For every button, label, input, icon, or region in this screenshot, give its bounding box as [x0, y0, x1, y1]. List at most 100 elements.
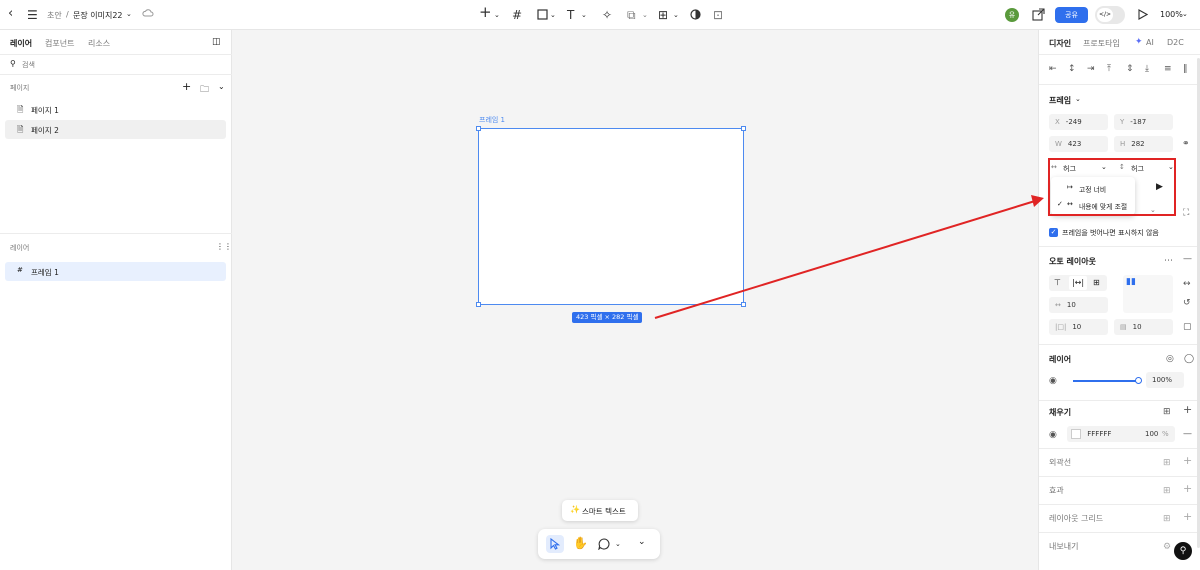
file-name[interactable]: 문장 이미지22 — [73, 10, 123, 21]
component-tool-icon[interactable]: ✧ — [602, 8, 612, 22]
remove-fill-icon[interactable]: — — [1183, 429, 1192, 439]
resize-handle[interactable] — [741, 302, 746, 307]
opacity-field[interactable]: 100% — [1146, 372, 1184, 388]
align-bottom-icon[interactable]: ⤓ — [1145, 64, 1149, 74]
add-page-icon[interactable]: + — [182, 80, 191, 93]
export-section-title[interactable]: 내보내기 — [1049, 541, 1078, 552]
resize-handle[interactable] — [476, 302, 481, 307]
y-field[interactable]: Y -187 — [1114, 114, 1173, 130]
style-grid-icon[interactable]: ⊞ — [1163, 407, 1171, 417]
eye-icon[interactable]: ◉ — [1049, 430, 1057, 440]
frame-tool-icon[interactable]: # — [512, 8, 522, 22]
fill-color-field[interactable]: FFFFFF 100 % — [1067, 426, 1175, 442]
folder-icon[interactable]: 🗀 — [200, 82, 209, 98]
selected-frame[interactable] — [476, 126, 746, 307]
page-item-selected[interactable]: 🗎 페이지 2 — [5, 120, 226, 139]
distribute-h-icon[interactable]: ≡ — [1164, 64, 1172, 74]
stroke-section-title[interactable]: 외곽선 — [1049, 457, 1071, 468]
share-export-icon[interactable] — [1032, 8, 1045, 23]
boolean-tool-icon[interactable]: ⧉ — [627, 8, 636, 22]
tab-resources[interactable]: 리소스 — [88, 38, 110, 49]
more-tools-icon[interactable]: ⌄ — [638, 537, 646, 547]
add-fill-icon[interactable]: + — [1183, 404, 1192, 415]
chevron-down-icon[interactable]: ⌄ — [1075, 95, 1081, 103]
style-grid-icon[interactable]: ⊞ — [1163, 514, 1171, 524]
style-grid-icon[interactable]: ⊞ — [1163, 458, 1171, 468]
comment-tool-icon[interactable] — [598, 538, 610, 552]
tab-layers[interactable]: 레이어 — [10, 38, 32, 49]
move-tool-button[interactable] — [546, 535, 564, 553]
align-top-icon[interactable]: ⤒ — [1107, 64, 1111, 74]
chevron-down-icon[interactable]: ⌄ — [1182, 10, 1188, 18]
more-icon[interactable]: ⋯ — [1164, 256, 1173, 266]
chevron-down-icon[interactable]: ⌄ — [550, 11, 556, 19]
color-swatch[interactable] — [1071, 429, 1081, 439]
add-icon[interactable]: + — [479, 5, 492, 20]
x-field[interactable]: X -249 — [1049, 114, 1108, 130]
width-field[interactable]: W 423 — [1049, 136, 1108, 152]
distribute-v-icon[interactable]: ‖ — [1183, 64, 1188, 74]
add-stroke-icon[interactable]: + — [1183, 455, 1192, 466]
crop-icon[interactable]: ⊡ — [713, 8, 723, 22]
search-fab[interactable]: ⚲ — [1174, 542, 1192, 560]
align-left-icon[interactable]: ⇤ — [1049, 64, 1057, 74]
add-layout-grid-icon[interactable]: + — [1183, 511, 1192, 522]
clip-checkbox[interactable]: ✓ — [1049, 228, 1058, 237]
tab-prototype[interactable]: 프로토타입 — [1083, 38, 1120, 49]
chevron-down-icon[interactable]: ⌄ — [126, 10, 132, 18]
tab-d2c[interactable]: D2C — [1167, 38, 1184, 47]
chevron-down-icon[interactable]: ⌄ — [615, 540, 621, 548]
align-center-v-icon[interactable]: ⇕ — [1126, 64, 1134, 74]
theme-icon[interactable] — [690, 9, 701, 22]
page-item[interactable]: 🗎 페이지 1 — [5, 100, 226, 118]
layer-item-selected[interactable]: # 프레임 1 — [5, 262, 226, 281]
link-icon[interactable]: ⚭ — [1182, 139, 1190, 149]
align-center-h-icon[interactable]: ↕ — [1068, 64, 1076, 74]
tab-design[interactable]: 디자인 — [1049, 38, 1071, 49]
alignment-grid[interactable]: ▮▮ — [1123, 275, 1173, 313]
add-effect-icon[interactable]: + — [1183, 483, 1192, 494]
hand-tool-icon[interactable]: ✋ — [573, 536, 588, 550]
padding-vertical-field[interactable]: ▤ 10 — [1114, 319, 1173, 335]
resize-handle[interactable] — [741, 126, 746, 131]
rectangle-tool-icon[interactable] — [537, 9, 548, 22]
eye-icon[interactable]: ◉ — [1049, 376, 1057, 386]
independent-padding-icon[interactable]: ▢ — [1183, 322, 1192, 332]
smart-text-button[interactable]: ✨ 스마트 텍스트 — [562, 500, 638, 521]
resize-handle[interactable] — [476, 126, 481, 131]
search-input[interactable]: 검색 — [22, 60, 35, 70]
collapse-icon[interactable]: ⋮⋮ — [216, 242, 232, 251]
remove-icon[interactable]: — — [1183, 254, 1192, 264]
effect-section-title[interactable]: 효과 — [1049, 485, 1064, 496]
align-right-icon[interactable]: ⇥ — [1087, 64, 1095, 74]
zoom-level[interactable]: 100% — [1160, 10, 1183, 19]
opacity-drop-icon[interactable]: ◯ — [1184, 354, 1194, 364]
menu-icon[interactable]: ☰ — [27, 8, 38, 22]
library-icon[interactable]: ◫ — [212, 37, 221, 47]
export-settings-icon[interactable]: ⚙ — [1163, 542, 1171, 552]
horizontal-direction-icon[interactable]: |↔| — [1069, 276, 1087, 290]
play-icon[interactable] — [1138, 9, 1149, 22]
back-icon[interactable]: ‹ — [8, 7, 13, 21]
chevron-down-icon[interactable]: ⌄ — [642, 11, 648, 19]
wrap-direction-icon[interactable]: ⊞ — [1093, 278, 1100, 287]
chevron-down-icon[interactable]: ⌄ — [673, 11, 679, 19]
tab-components[interactable]: 컴포넌트 — [45, 38, 74, 49]
gap-field[interactable]: ↔ 10 — [1049, 297, 1108, 313]
vertical-direction-icon[interactable]: ⊤ — [1054, 278, 1061, 287]
resize-to-fit-icon[interactable]: ⛶ — [1183, 208, 1189, 218]
blend-mode-icon[interactable]: ◎ — [1166, 354, 1174, 364]
style-grid-icon[interactable]: ⊞ — [1163, 486, 1171, 496]
padding-horizontal-field[interactable]: |□| 10 — [1049, 319, 1108, 335]
breadcrumb-draft[interactable]: 초안 — [47, 10, 62, 21]
tab-ai[interactable]: AI — [1146, 38, 1154, 47]
layout-grid-section-title[interactable]: 레이아웃 그리드 — [1049, 513, 1103, 524]
reverse-icon[interactable]: ↺ — [1183, 298, 1191, 308]
avatar[interactable]: 유 — [1005, 8, 1019, 22]
share-button[interactable]: 공유 — [1055, 7, 1088, 23]
spacing-mode-icon[interactable]: ↔ — [1183, 279, 1191, 289]
frame-label[interactable]: 프레임 1 — [479, 115, 505, 125]
chevron-down-icon[interactable]: ⌄ — [218, 82, 225, 91]
chevron-down-icon[interactable]: ⌄ — [581, 11, 587, 19]
opacity-slider-thumb[interactable] — [1135, 377, 1142, 384]
